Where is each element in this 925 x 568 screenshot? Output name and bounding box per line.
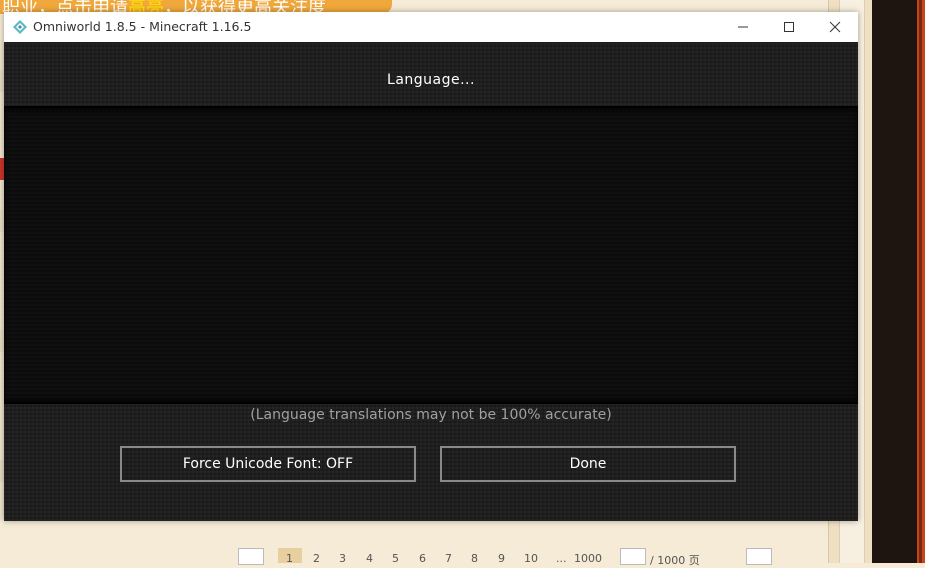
pager-page[interactable]: 8 [471, 552, 478, 565]
window-titlebar[interactable]: Omniworld 1.8.5 - Minecraft 1.16.5 [4, 12, 858, 42]
pager-next-button[interactable] [746, 548, 772, 565]
background-pager[interactable]: 1 2 3 4 5 6 7 8 9 10 ... 1000 / 1000 页 [238, 548, 828, 567]
pager-page[interactable]: 9 [498, 552, 505, 565]
close-icon [829, 21, 841, 33]
pager-jump-input[interactable] [620, 548, 646, 565]
pager-page[interactable]: 3 [339, 552, 346, 565]
window-title: Omniworld 1.8.5 - Minecraft 1.16.5 [33, 19, 252, 34]
launcher-logo-icon [12, 19, 28, 35]
pager-page[interactable]: 10 [524, 552, 538, 565]
page-title: Language... [387, 72, 475, 88]
pager-ellipsis: ... [556, 552, 567, 565]
close-button[interactable] [812, 12, 858, 42]
maximize-icon [784, 22, 794, 32]
pager-page[interactable]: 7 [445, 552, 452, 565]
pager-page[interactable]: 6 [419, 552, 426, 565]
pager-page[interactable]: 5 [392, 552, 399, 565]
language-list[interactable] [4, 106, 858, 404]
pager-page[interactable]: 1000 [574, 552, 602, 565]
maximize-button[interactable] [766, 12, 812, 42]
pager-page[interactable]: 2 [313, 552, 320, 565]
minecraft-screen: Language... (Language translations may n… [4, 42, 858, 521]
pager-prev-button[interactable] [238, 548, 264, 565]
pager-page[interactable]: 1 [286, 552, 293, 565]
minimize-button[interactable] [720, 12, 766, 42]
done-button[interactable]: Done [440, 446, 736, 482]
minimize-icon [738, 26, 748, 28]
pager-page[interactable]: 4 [366, 552, 373, 565]
force-unicode-font-button[interactable]: Force Unicode Font: OFF [120, 446, 416, 482]
minecraft-window: Omniworld 1.8.5 - Minecraft 1.16.5 Langu… [4, 12, 858, 521]
pager-total: / 1000 页 [650, 554, 700, 567]
translation-notice: (Language translations may not be 100% a… [250, 407, 612, 423]
